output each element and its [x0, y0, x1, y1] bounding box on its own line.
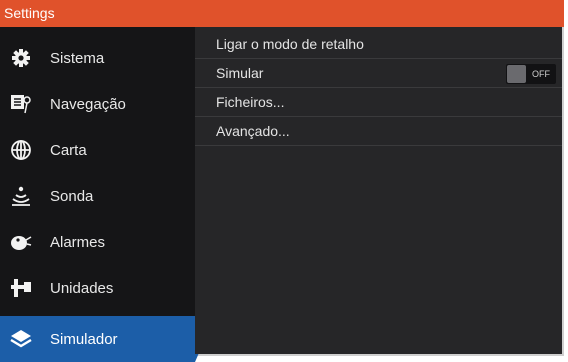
settings-panel: Ligar o modo de retalho Simular OFF Fich… — [195, 27, 562, 354]
sidebar-item-unidades[interactable]: Unidades — [0, 265, 195, 311]
toggle-knob — [507, 65, 526, 83]
setting-label: Avançado... — [216, 123, 290, 139]
sidebar-item-label: Carta — [50, 141, 87, 159]
setting-label: Ficheiros... — [216, 94, 285, 110]
sidebar-item-sistema[interactable]: Sistema — [0, 35, 195, 81]
sidebar-item-label: Sonda — [50, 187, 94, 205]
setting-label: Ligar o modo de retalho — [216, 36, 364, 52]
gear-icon — [10, 47, 32, 69]
sonar-icon — [10, 185, 32, 207]
settings-sidebar: Sistema Navegação Carta Sonda Alarmes Un… — [0, 27, 205, 362]
sidebar-item-label: Alarmes — [50, 233, 106, 251]
sidebar-item-sonda[interactable]: Sonda — [0, 173, 195, 219]
sidebar-item-navegacao[interactable]: Navegação — [0, 81, 195, 127]
window-title: Settings — [0, 0, 564, 27]
setting-row-ficheiros[interactable]: Ficheiros... — [195, 88, 562, 117]
globe-icon — [10, 139, 32, 161]
sidebar-item-label: Navegação — [50, 95, 126, 113]
sidebar-item-label: Sistema — [50, 49, 105, 67]
navigation-icon — [10, 93, 32, 115]
sidebar-item-alarmes[interactable]: Alarmes — [0, 219, 195, 265]
toggle-state: OFF — [532, 68, 550, 79]
sidebar-item-carta[interactable]: Carta — [0, 127, 195, 173]
simular-toggle[interactable]: OFF — [506, 64, 556, 84]
setting-row-simular[interactable]: Simular OFF — [195, 59, 562, 88]
sidebar-item-simulador[interactable]: Simulador — [0, 316, 205, 362]
sidebar-item-label: Simulador — [50, 330, 118, 348]
setting-row-retail-mode[interactable]: Ligar o modo de retalho — [195, 30, 562, 59]
alarm-icon — [10, 231, 32, 253]
settings-window: Settings Sistema Navegação Carta Sonda A… — [0, 0, 564, 362]
units-icon — [10, 277, 32, 299]
setting-label: Simular — [216, 65, 264, 81]
setting-row-avancado[interactable]: Avançado... — [195, 117, 562, 146]
sidebar-item-label: Unidades — [50, 279, 114, 297]
layers-icon — [10, 328, 32, 350]
